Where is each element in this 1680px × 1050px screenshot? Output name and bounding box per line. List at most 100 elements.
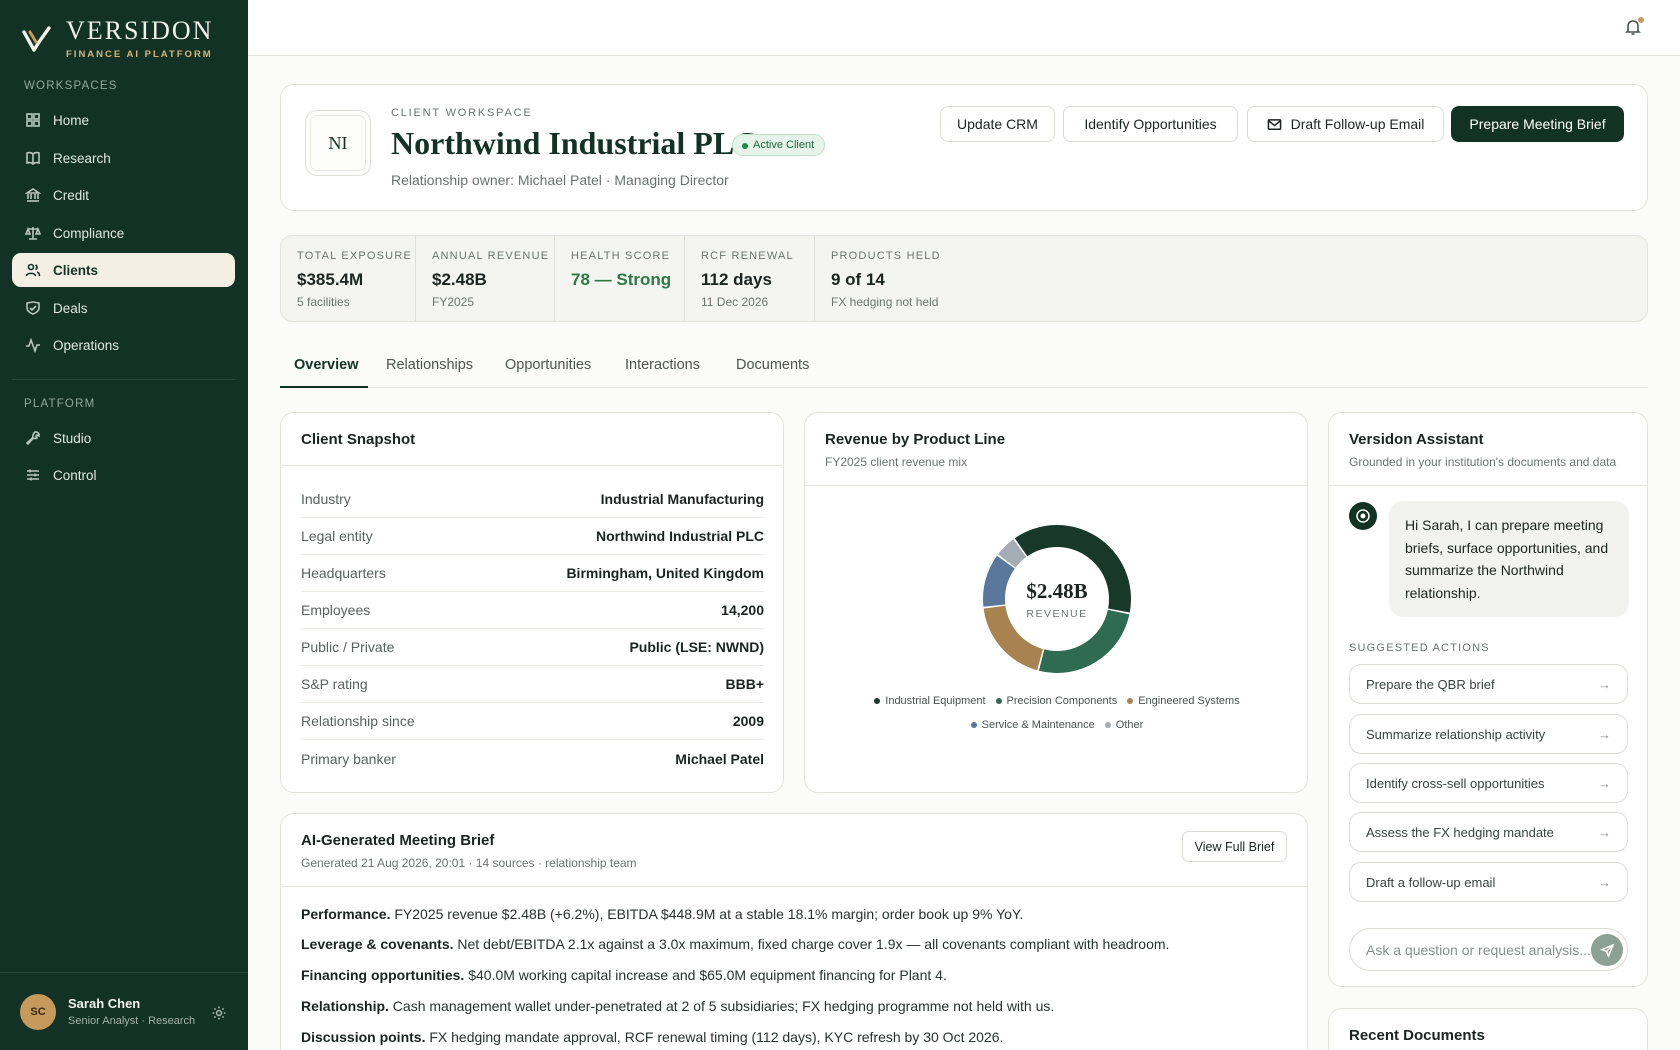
users-icon <box>25 263 41 277</box>
button-label: Identify Opportunities <box>1084 116 1217 132</box>
kpi-label: PRODUCTS HELD <box>831 250 941 262</box>
assistant-message: Hi Sarah, I can prepare meeting briefs, … <box>1389 501 1629 617</box>
sidebar-item-label: Studio <box>53 430 92 446</box>
brief-point-heading: Financing opportunities. <box>301 967 465 983</box>
draft-follow-up-email-button[interactable]: Draft Follow-up Email <box>1247 106 1444 142</box>
arrow-right-icon: → <box>1598 676 1611 692</box>
user-profile[interactable]: SC Sarah Chen Senior Analyst · Research <box>0 972 248 1050</box>
client-logo-initials: NI <box>328 132 348 153</box>
legend-item: Engineered Systems <box>1127 695 1240 707</box>
snapshot-key: Headquarters <box>301 565 386 581</box>
suggested-action-label: Identify cross-sell opportunities <box>1366 775 1545 791</box>
suggested-action[interactable]: Assess the FX hedging mandate → <box>1349 812 1628 852</box>
book-icon <box>26 151 40 166</box>
snapshot-value: BBB+ <box>725 676 764 692</box>
mail-icon <box>1267 118 1281 130</box>
prepare-meeting-brief-button[interactable]: Prepare Meeting Brief <box>1451 106 1624 142</box>
topbar <box>248 0 1680 56</box>
snapshot-key: Primary banker <box>301 750 396 767</box>
suggested-action[interactable]: Summarize relationship activity → <box>1349 714 1628 754</box>
identify-opportunities-button[interactable]: Identify Opportunities <box>1063 106 1238 142</box>
sidebar-item-deals[interactable]: Deals <box>12 291 235 325</box>
kpi-sub: 5 facilities <box>297 295 350 309</box>
bank-icon <box>25 188 41 202</box>
gear-icon[interactable] <box>211 1005 227 1021</box>
kpi-label: ANNUAL REVENUE <box>432 250 550 262</box>
tab-documents[interactable]: Documents <box>736 357 809 373</box>
sidebar-item-research[interactable]: Research <box>12 141 235 175</box>
arrow-right-icon: → <box>1598 874 1611 890</box>
brief-point-text: Cash management wallet under-penetrated … <box>392 998 1055 1014</box>
brief-point: Performance. FY2025 revenue $2.48B (+6.2… <box>301 906 1023 922</box>
update-crm-button[interactable]: Update CRM <box>940 106 1055 142</box>
sidebar-item-studio[interactable]: Studio <box>12 421 235 455</box>
sidebar-item-home[interactable]: Home <box>12 103 235 137</box>
kpi-sub: FY2025 <box>432 295 475 309</box>
sidebar-item-label: Clients <box>53 262 99 278</box>
arrow-right-icon: → <box>1598 775 1611 791</box>
snapshot-key: Relationship since <box>301 713 415 729</box>
grid-icon <box>26 113 40 127</box>
brief-meta: Generated 21 Aug 2026, 20:01 · 14 source… <box>301 856 637 870</box>
suggested-action-label: Assess the FX hedging mandate <box>1366 824 1554 840</box>
suggested-action[interactable]: Prepare the QBR brief → <box>1349 664 1628 704</box>
tab-relationships[interactable]: Relationships <box>386 357 473 373</box>
suggested-action[interactable]: Draft a follow-up email → <box>1349 862 1628 902</box>
sidebar-item-compliance[interactable]: Compliance <box>12 216 235 250</box>
send-button[interactable] <box>1591 934 1623 966</box>
snapshot-value: Public (LSE: NWND) <box>629 639 764 655</box>
snapshot-row: Relationship since 2009 <box>301 703 764 740</box>
kpi-value: $2.48B <box>432 270 487 289</box>
donut-center: $2.48B REVENUE <box>979 521 1135 677</box>
active-tab-indicator <box>280 386 368 388</box>
divider <box>1329 485 1647 486</box>
sidebar-item-credit[interactable]: Credit <box>12 178 235 212</box>
scales-icon <box>25 226 41 240</box>
sidebar-item-label: Operations <box>53 337 120 353</box>
sidebar-item-clients[interactable]: Clients <box>12 253 235 287</box>
snapshot-key: S&P rating <box>301 676 368 692</box>
legend-item: Other <box>1104 719 1143 731</box>
user-role: Senior Analyst · Research <box>68 1015 196 1027</box>
sidebar-item-label: Research <box>53 150 111 166</box>
nav-section-platform: PLATFORM <box>24 398 96 410</box>
card-title: Versidon Assistant <box>1349 431 1484 448</box>
snapshot-value: Michael Patel <box>675 750 764 767</box>
kpi-total-exposure: TOTAL EXPOSURE $385.4M 5 facilities <box>281 236 416 321</box>
suggested-action[interactable]: Identify cross-sell opportunities → <box>1349 763 1628 803</box>
legend-swatch <box>1104 722 1111 728</box>
send-icon <box>1599 943 1614 958</box>
view-full-brief-button[interactable]: View Full Brief <box>1182 831 1287 862</box>
kpi-sub: FX hedging not held <box>831 295 939 309</box>
client-logo: NI <box>305 110 371 176</box>
wrench-icon <box>25 431 40 446</box>
tab-bar: Overview Relationships Opportunities Int… <box>280 353 1648 388</box>
sliders-icon <box>27 469 39 481</box>
sidebar-item-label: Credit <box>53 187 90 203</box>
tab-opportunities[interactable]: Opportunities <box>505 357 591 373</box>
sidebar-item-operations[interactable]: Operations <box>12 328 235 362</box>
snapshot-row: Headquarters Birmingham, United Kingdom <box>301 555 764 592</box>
snapshot-key: Legal entity <box>301 528 373 544</box>
client-snapshot-card: Client Snapshot Industry Industrial Manuf… <box>280 412 784 793</box>
snapshot-value: Birmingham, United Kingdom <box>566 565 764 581</box>
legend-label: Service & Maintenance <box>981 719 1095 731</box>
assistant-panel: Versidon Assistant Grounded in your inst… <box>1328 412 1648 987</box>
card-title: AI-Generated Meeting Brief <box>301 832 495 849</box>
snapshot-value: 2009 <box>732 713 764 729</box>
divider <box>281 886 1307 887</box>
tab-interactions[interactable]: Interactions <box>625 357 700 373</box>
kpi-label: TOTAL EXPOSURE <box>297 250 413 262</box>
button-label: Update CRM <box>957 116 1038 132</box>
brief-point: Relationship. Cash management wallet und… <box>301 998 1054 1014</box>
legend-swatch <box>1127 698 1134 704</box>
sidebar-item-control[interactable]: Control <box>12 458 235 492</box>
tab-overview[interactable]: Overview <box>294 357 359 373</box>
sidebar-item-label: Compliance <box>53 225 125 241</box>
donut-total-value: $2.48B <box>1026 578 1088 603</box>
snapshot-row: Legal entity Northwind Industrial PLC <box>301 518 764 555</box>
brand-logo[interactable]: VERSIDON FINANCE AI PLATFORM <box>22 18 213 60</box>
assistant-input[interactable]: Ask a question or request analysis... <box>1349 928 1628 971</box>
card-subtitle: Grounded in your institution's documents… <box>1349 455 1617 469</box>
kpi-annual-revenue: ANNUAL REVENUE $2.48B FY2025 <box>416 236 555 321</box>
